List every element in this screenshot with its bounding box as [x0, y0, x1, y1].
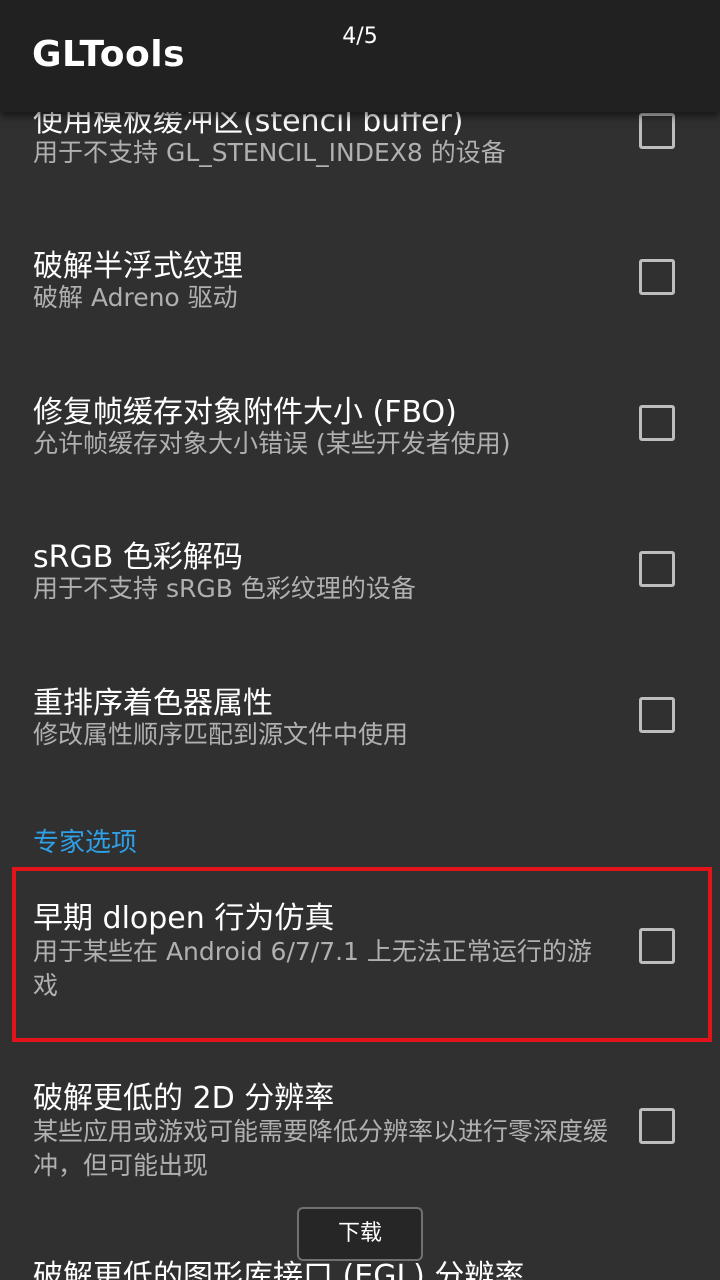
item-title: 重排序着色器属性 [33, 686, 273, 721]
list-item-fbo-fix[interactable]: 修复帧缓存对象附件大小 (FBO) 允许帧缓存对象大小错误 (某些开发者使用) [0, 384, 720, 494]
stencil-buffer-checkbox[interactable] [639, 113, 675, 149]
lower-2d-resolution-checkbox[interactable] [639, 1108, 675, 1144]
item-summary: 用于某些在 Android 6/7/7.1 上无法正常运行的游戏 [33, 937, 592, 1000]
srgb-decode-checkbox[interactable] [639, 551, 675, 587]
list-item-half-float-texture[interactable]: 破解半浮式纹理 破解 Adreno 驱动 [0, 237, 720, 347]
list-item-dlopen-emulation[interactable]: 早期 dlopen 行为仿真 用于某些在 Android 6/7/7.1 上无法… [0, 890, 720, 1020]
half-float-texture-checkbox[interactable] [639, 259, 675, 295]
fbo-fix-checkbox[interactable] [639, 405, 675, 441]
item-summary: 修改属性顺序匹配到源文件中使用 [33, 720, 409, 749]
list-item-srgb-decode[interactable]: sRGB 色彩解码 用于不支持 sRGB 色彩纹理的设备 [0, 530, 720, 640]
app-bar: GLTools 4/5 [0, 0, 720, 112]
item-summary: 用于不支持 sRGB 色彩纹理的设备 [33, 574, 416, 603]
item-title: 破解半浮式纹理 [33, 249, 243, 284]
download-button[interactable]: 下载 [297, 1207, 423, 1261]
item-title: 修复帧缓存对象附件大小 (FBO) [33, 395, 457, 430]
category-header-expert-options: 专家选项 [33, 828, 138, 858]
dlopen-emulation-checkbox[interactable] [639, 928, 675, 964]
item-summary: 允许帧缓存对象大小错误 (某些开发者使用) [33, 429, 511, 458]
settings-list[interactable]: 使用模板缓冲区(stencil buffer) 用于不支持 GL_STENCIL… [0, 0, 720, 1280]
item-title: 破解更低的 2D 分辨率 [33, 1081, 335, 1116]
item-title: 破解更低的图形库接口 (EGL) 分辨率 [33, 1259, 525, 1280]
item-title: sRGB 色彩解码 [33, 540, 243, 575]
list-item-lower-2d-resolution[interactable]: 破解更低的 2D 分辨率 某些应用或游戏可能需要降低分辨率以进行零深度缓冲，但可… [0, 1070, 720, 1200]
list-item-reorder-shader-attributes[interactable]: 重排序着色器属性 修改属性顺序匹配到源文件中使用 [0, 676, 720, 786]
item-summary: 某些应用或游戏可能需要降低分辨率以进行零深度缓冲，但可能出现 [33, 1117, 609, 1180]
item-summary: 破解 Adreno 驱动 [33, 283, 238, 312]
item-title: 早期 dlopen 行为仿真 [33, 901, 335, 936]
screen: 使用模板缓冲区(stencil buffer) 用于不支持 GL_STENCIL… [0, 0, 720, 1280]
page-indicator: 4/5 [342, 24, 378, 49]
reorder-shader-attributes-checkbox[interactable] [639, 697, 675, 733]
item-summary: 用于不支持 GL_STENCIL_INDEX8 的设备 [33, 138, 506, 167]
